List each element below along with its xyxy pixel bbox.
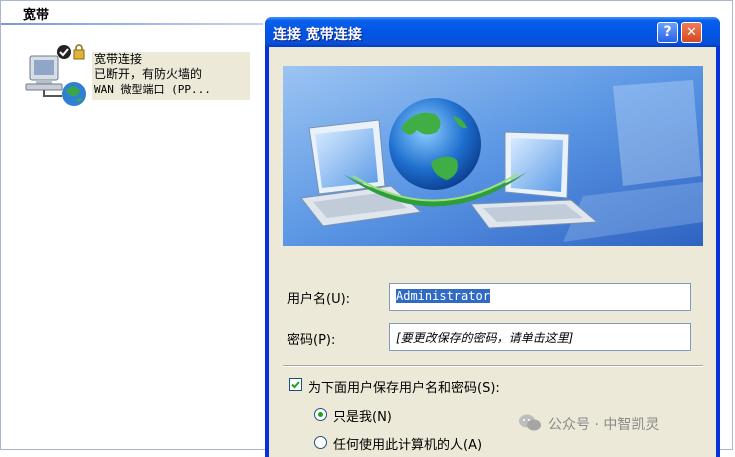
- wechat-icon: [519, 414, 541, 431]
- username-input[interactable]: Administrator: [389, 283, 691, 311]
- save-credentials-checkbox[interactable]: [289, 378, 302, 391]
- connection-banner-image: [283, 66, 703, 246]
- radio-anyone[interactable]: [314, 436, 327, 449]
- password-input[interactable]: [要更改保存的密码，请单击这里]: [389, 323, 691, 351]
- dialog-client-area: 用户名(U): Administrator 密码(P): [要更改保存的密码，请…: [269, 47, 716, 457]
- username-value: Administrator: [396, 289, 490, 303]
- save-credentials-label[interactable]: 为下面用户保存用户名和密码(S):: [308, 377, 500, 396]
- dialog-title: 连接 宽带连接: [273, 27, 362, 43]
- connection-device: WAN 微型端口 (PP...: [94, 83, 211, 96]
- connect-dialog: 连接 宽带连接 ? ✕ 用户名(U): Administrator 密码(P):…: [265, 17, 720, 457]
- radio-only-me-label[interactable]: 只是我(N): [333, 406, 392, 425]
- connection-status: 已断开，有防火墙的: [94, 67, 203, 81]
- help-button[interactable]: ?: [657, 22, 678, 43]
- watermark: 公众号 · 中智凯灵: [518, 411, 728, 437]
- close-button[interactable]: ✕: [681, 22, 702, 43]
- broadband-connection-item[interactable]: 宽带连接 已断开，有防火墙的 WAN 微型端口 (PP...: [22, 44, 250, 108]
- connection-text: 宽带连接 已断开，有防火墙的 WAN 微型端口 (PP...: [92, 52, 250, 100]
- radio-only-me[interactable]: [314, 408, 327, 421]
- radio-selected-dot: [318, 412, 323, 417]
- username-label: 用户名(U):: [287, 292, 351, 307]
- section-divider: [1, 23, 263, 25]
- section-title: 宽带: [23, 8, 50, 23]
- watermark-text: 公众号 · 中智凯灵: [548, 417, 660, 433]
- password-label: 密码(P):: [287, 333, 336, 348]
- password-placeholder: [要更改保存的密码，请单击这里]: [396, 331, 574, 345]
- connection-name: 宽带连接: [94, 52, 143, 66]
- checkmark-icon: [291, 381, 300, 389]
- network-connection-icon: [25, 44, 86, 106]
- dialog-titlebar[interactable]: 连接 宽带连接 ? ✕: [265, 17, 720, 47]
- dialog-separator: [283, 365, 703, 367]
- radio-anyone-label[interactable]: 任何使用此计算机的人(A): [333, 434, 482, 453]
